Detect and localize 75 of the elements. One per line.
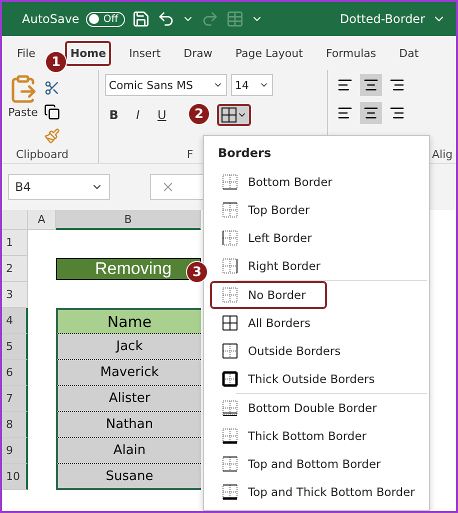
border-style-icon [222,400,238,416]
cancel-icon[interactable] [161,180,175,194]
row-header[interactable]: 10 [2,464,28,490]
menu-item[interactable]: Left Border [210,224,427,252]
menu-item[interactable]: Bottom Double Border [210,394,427,422]
ribbon-tab[interactable]: File [12,40,40,66]
ribbon-tab[interactable]: Page Layout [230,40,308,66]
font-name-field[interactable]: Comic Sans MS [104,74,227,96]
grid-icon [220,107,237,123]
table-cell: Maverick [56,360,201,386]
border-style-icon [222,456,238,472]
ribbon-tab[interactable]: Insert [124,40,166,66]
border-style-icon [222,315,238,331]
menu-item[interactable]: Thick Outside Borders [210,365,427,393]
menu-item[interactable]: Right Border [210,252,427,280]
align-middle-icon[interactable] [363,77,379,93]
menu-item[interactable]: Outside Borders [210,337,427,365]
save-icon[interactable] [132,10,150,28]
menu-item[interactable]: Top and Bottom Border [210,450,427,478]
font-size-field[interactable]: 14 [230,74,273,96]
menu-item[interactable]: Bottom Border [210,168,427,196]
row-header[interactable]: 6 [2,360,28,386]
bold-button[interactable]: B [104,108,123,122]
group-label: F [186,148,194,161]
row-header[interactable]: 9 [2,438,28,464]
autosave-label: AutoSave [22,12,80,26]
table-cell: Nathan [56,412,201,438]
menu-item[interactable]: Top Border [210,196,427,224]
autosave-toggle[interactable]: Off [86,12,126,26]
row-header[interactable]: 8 [2,412,28,438]
ribbon-tab[interactable]: Draw [178,40,218,66]
row-header[interactable]: 2 [2,256,28,282]
ribbon-tab[interactable]: Dat [394,40,424,66]
table-cell: Alister [56,386,201,412]
row-header[interactable]: 4 [2,308,28,334]
menu-item[interactable]: All Borders [210,309,427,337]
border-style-icon [222,371,238,387]
row-header[interactable]: 1 [2,230,28,256]
name-box[interactable]: B4 [8,174,110,200]
border-style-icon [222,428,238,444]
border-style-icon [222,174,238,190]
row-header[interactable]: 3 [2,282,28,308]
paste-button[interactable]: Paste [8,74,38,148]
menu-item[interactable]: Thick Bottom Border [210,422,427,450]
borders-button[interactable] [216,104,251,126]
table-cell: Alain [56,438,201,464]
align-right-icon[interactable] [389,105,405,121]
menu-item[interactable]: No Border [210,281,327,309]
file-name[interactable]: Dotted-Border [340,12,425,26]
underline-button[interactable]: U [152,108,171,122]
align-left-icon[interactable] [337,105,353,121]
italic-button[interactable]: I [128,108,147,122]
row-header[interactable]: 7 [2,386,28,412]
menu-title: Borders [217,145,272,162]
border-style-icon [222,287,238,303]
border-style-icon [222,202,238,218]
border-style-icon [222,258,238,274]
border-style-icon [222,484,238,500]
group-label: Alig [432,148,453,161]
border-style-icon [222,230,238,246]
table-cell: Susane [56,464,201,490]
menu-item[interactable]: Top and Thick Bottom Border [210,478,427,506]
column-header[interactable]: B [56,210,201,230]
undo-icon[interactable] [157,10,176,28]
group-label: Clipboard [16,148,69,161]
column-header[interactable]: A [28,210,56,230]
row-header[interactable]: 5 [2,334,28,360]
border-style-icon [222,343,238,359]
cut-icon[interactable] [44,80,60,96]
table-header-cell: Name [56,308,201,334]
table-cell: Jack [56,334,201,360]
align-center-icon[interactable] [363,105,379,121]
ribbon-tab[interactable]: Formulas [320,40,382,66]
copy-icon[interactable] [44,104,60,120]
format-painter-icon[interactable] [44,128,60,144]
